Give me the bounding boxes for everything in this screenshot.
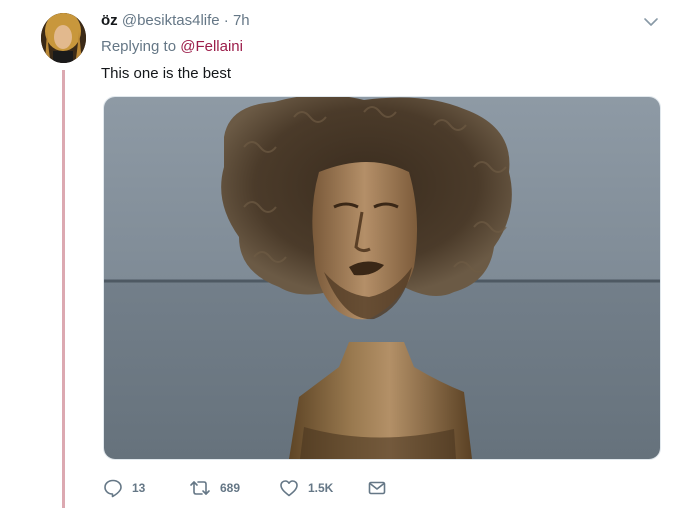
replying-to-line: Replying to @Fellaini: [101, 37, 243, 57]
user-handle[interactable]: @besiktas4life: [122, 12, 220, 29]
reply-icon: [104, 479, 122, 498]
thread-connector-line: [62, 70, 65, 508]
envelope-icon: [368, 481, 386, 495]
tweet-text: This one is the best: [101, 65, 232, 82]
tweet-media-image[interactable]: [103, 96, 661, 460]
replying-to-mention[interactable]: @Fellaini: [180, 38, 243, 55]
header-separator: ·: [223, 12, 229, 29]
reply-count: 13: [132, 481, 146, 495]
bronze-bust-image: [104, 97, 660, 459]
retweet-button[interactable]: 689: [189, 476, 240, 500]
heart-icon: [280, 480, 298, 497]
like-button[interactable]: 1.5K: [279, 476, 333, 500]
replying-to-label: Replying to: [101, 38, 177, 55]
chevron-down-icon[interactable]: [642, 13, 660, 31]
tweet-header: öz @besiktas4life · 7h: [101, 11, 250, 31]
retweet-count: 689: [220, 481, 241, 495]
avatar-image: [41, 13, 86, 63]
direct-message-button[interactable]: [367, 476, 387, 500]
reply-button[interactable]: 13: [103, 476, 145, 500]
retweet-icon: [190, 481, 210, 495]
display-name[interactable]: öz: [101, 12, 118, 29]
timestamp[interactable]: 7h: [233, 12, 250, 29]
avatar[interactable]: [41, 13, 86, 63]
like-count: 1.5K: [308, 481, 334, 495]
